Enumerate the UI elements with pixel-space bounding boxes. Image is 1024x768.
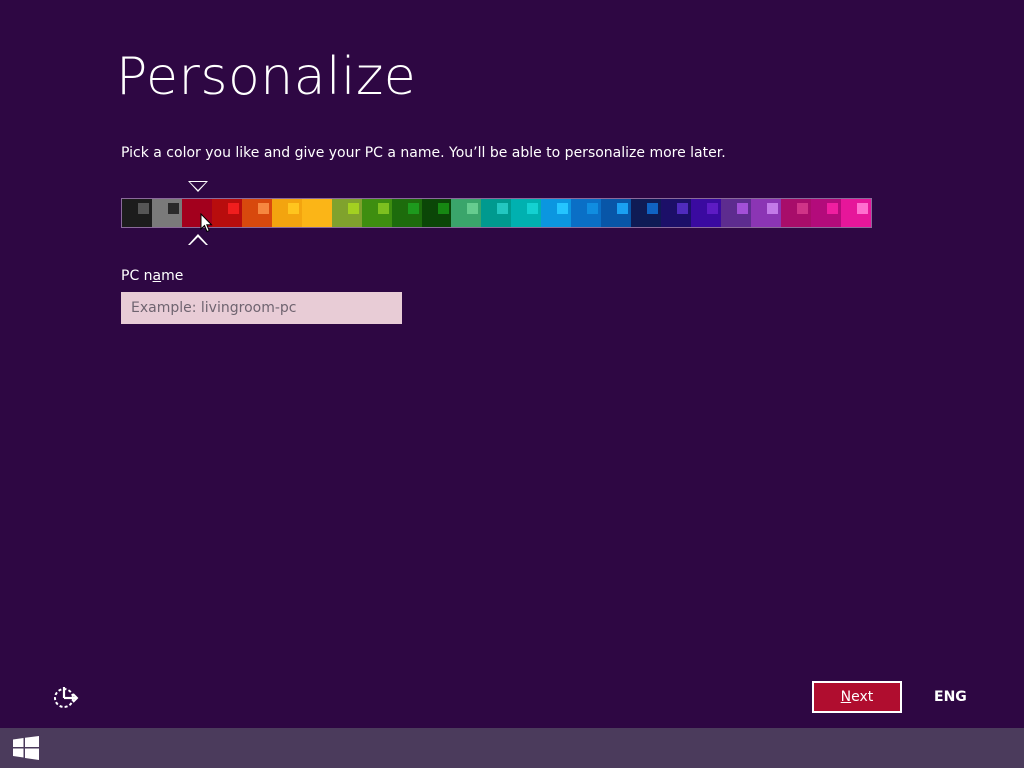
swatch-accent-chip <box>707 203 719 214</box>
swatch-accent-chip <box>856 203 868 214</box>
color-swatch[interactable] <box>391 199 422 227</box>
swatch-accent-chip <box>437 203 449 214</box>
pc-name-label: PC name <box>121 268 184 284</box>
color-swatch[interactable] <box>691 199 722 227</box>
swatch-accent-chip <box>497 203 509 214</box>
color-swatch[interactable] <box>601 199 632 227</box>
swatch-accent-chip <box>557 203 569 214</box>
color-swatch[interactable] <box>631 199 662 227</box>
color-swatch[interactable] <box>211 199 242 227</box>
swatch-accent-chip <box>257 203 269 214</box>
swatch-accent-chip <box>377 203 389 214</box>
next-button[interactable]: Next <box>812 681 902 713</box>
swatch-accent-chip <box>138 203 149 214</box>
swatch-accent-chip <box>227 203 239 214</box>
swatch-accent-chip <box>317 203 329 214</box>
swatch-accent-chip <box>647 203 659 214</box>
color-swatch[interactable] <box>661 199 692 227</box>
color-swatch[interactable] <box>780 199 811 227</box>
color-swatch[interactable] <box>271 199 302 227</box>
color-swatch[interactable] <box>481 199 512 227</box>
color-swatch[interactable] <box>361 199 392 227</box>
swatch-accent-chip <box>767 203 779 214</box>
selected-color-indicator-bottom <box>188 234 208 245</box>
language-indicator[interactable]: ENG <box>934 688 967 706</box>
page-subtitle: Pick a color you like and give your PC a… <box>121 145 726 161</box>
selected-color-indicator-top <box>188 181 208 192</box>
color-swatch[interactable] <box>721 199 752 227</box>
color-swatch[interactable] <box>751 199 781 227</box>
taskbar <box>0 728 1024 768</box>
ease-of-access-icon[interactable] <box>52 684 80 710</box>
swatch-accent-chip <box>407 203 419 214</box>
color-swatch[interactable] <box>451 199 482 227</box>
swatch-accent-chip <box>467 203 479 214</box>
color-swatch[interactable] <box>301 199 332 227</box>
color-swatch[interactable] <box>122 199 152 227</box>
page-title: Personalize <box>116 47 417 107</box>
color-swatch[interactable] <box>511 199 542 227</box>
color-swatch[interactable] <box>151 199 182 227</box>
pc-name-input[interactable] <box>121 292 402 324</box>
color-palette <box>121 198 872 228</box>
swatch-accent-chip <box>347 203 359 214</box>
color-swatch[interactable] <box>421 199 452 227</box>
color-swatch[interactable] <box>331 199 362 227</box>
color-swatch[interactable] <box>571 199 602 227</box>
swatch-accent-chip <box>617 203 629 214</box>
color-swatch[interactable] <box>840 199 871 227</box>
windows-logo-icon[interactable] <box>13 736 39 760</box>
swatch-accent-chip <box>737 203 749 214</box>
swatch-accent-chip <box>287 203 299 214</box>
swatch-accent-chip <box>167 203 179 214</box>
swatch-accent-chip <box>587 203 599 214</box>
swatch-accent-chip <box>677 203 689 214</box>
mouse-cursor-icon <box>200 213 213 233</box>
swatch-accent-chip <box>796 203 808 214</box>
color-swatch[interactable] <box>541 199 572 227</box>
color-swatch[interactable] <box>241 199 272 227</box>
swatch-accent-chip <box>826 203 838 214</box>
color-swatch[interactable] <box>810 199 841 227</box>
swatch-accent-chip <box>527 203 539 214</box>
